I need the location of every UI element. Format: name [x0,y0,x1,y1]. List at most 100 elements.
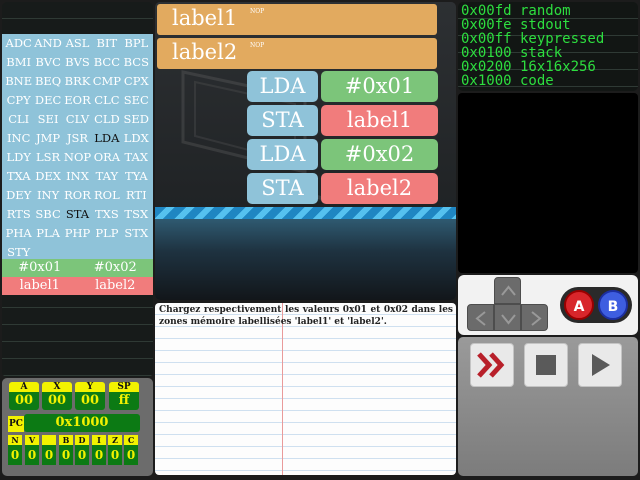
opcode-token[interactable]: TAX [122,148,151,167]
opcode-token[interactable]: ADC [4,34,33,53]
opcode-token[interactable]: BPL [122,34,151,53]
value-token[interactable]: #0x01 [2,259,78,277]
opcode-token[interactable]: INY [33,186,62,205]
status-flag: V0 [25,435,39,465]
opcode-token[interactable]: CLD [92,110,121,129]
opcode-token[interactable]: SED [122,110,151,129]
opcode-token[interactable]: LDX [122,129,151,148]
label-name: label1 [172,6,238,30]
opcode-token[interactable]: DEC [33,91,62,110]
opcode-token[interactable]: ROL [92,186,121,205]
opcode-token[interactable]: RTI [122,186,151,205]
opcode-token[interactable]: SEI [33,110,62,129]
opcode-token[interactable]: TXS [92,205,121,224]
opcode-token[interactable]: CPY [4,91,33,110]
opcode-token[interactable]: BRK [63,72,92,91]
opcode-token[interactable]: INX [63,167,92,186]
opcode-token[interactable]: ORA [92,148,121,167]
opcode-token[interactable]: EOR [63,91,92,110]
flag-value: 0 [8,445,22,465]
register-x: X 00 [42,382,72,410]
opcode-token[interactable]: CMP [92,72,121,91]
register-value: ff [109,392,139,410]
opcode-token[interactable]: LDY [4,148,33,167]
opcode-token[interactable]: JMP [33,129,62,148]
opcode-token[interactable]: JSR [63,129,92,148]
opcode-token[interactable]: NOP [63,148,92,167]
opcode-token[interactable]: TAY [92,167,121,186]
opcode-token[interactable]: PHP [63,224,92,243]
opcode-token[interactable]: LDA [92,129,121,148]
register-label: Y [75,382,105,392]
opcode-token[interactable]: BIT [92,34,121,53]
dpad-right[interactable] [521,304,548,331]
margin-line [282,303,283,475]
opcode-token[interactable]: STX [122,224,151,243]
arrow-right-icon [531,311,542,326]
opcode-token[interactable]: BCS [122,53,151,72]
opcode-token[interactable]: BVS [63,53,92,72]
opcode-token[interactable]: BCC [92,53,121,72]
flag-label: I [92,435,106,445]
register-label: X [42,382,72,392]
opcode-token[interactable]: INC [4,129,33,148]
opcode-grid: ADC AND ASL BIT BPL BMI BVC BVS BCC BCS BNE BEQ BRK C… [2,34,153,260]
label-line[interactable]: label2 NOP [157,38,437,69]
opcode-token[interactable]: PLA [33,224,62,243]
status-flag: I0 [92,435,106,465]
opcode-token[interactable]: TXA [4,167,33,186]
opcode-token[interactable]: DEX [33,167,62,186]
opcode-token[interactable]: LSR [33,148,62,167]
opcode-token[interactable]: CLI [4,110,33,129]
a-button[interactable]: A [564,290,594,320]
dpad-down[interactable] [494,304,521,331]
instruction-opcode[interactable]: STA [247,105,318,136]
label-token[interactable]: label1 [2,277,78,295]
opcode-token[interactable]: TSX [122,205,151,224]
fast-forward-button[interactable] [470,343,514,387]
memory-map-line: 0x1000 code [461,73,554,89]
opcode-token[interactable]: SEC [122,91,151,110]
opcode-token[interactable]: RTS [4,205,33,224]
opcode-token[interactable]: PHA [4,224,33,243]
opcode-token[interactable]: CLC [92,91,121,110]
instructions-note: Chargez respectivement les valeurs 0x01 … [155,303,456,475]
opcode-token[interactable]: ROR [63,186,92,205]
status-flag: D0 [75,435,89,465]
exercise-text: Chargez respectivement les valeurs 0x01 … [159,305,453,327]
register-sp: SP ff [109,382,139,410]
opcode-token[interactable]: PLP [92,224,121,243]
dpad-up[interactable] [494,277,521,304]
instruction-opcode[interactable]: LDA [247,139,318,170]
opcode-token[interactable]: ASL [63,34,92,53]
opcode-token[interactable]: STA [63,205,92,224]
b-button[interactable]: B [598,290,628,320]
register-a: A 00 [9,382,39,410]
instruction-operand[interactable]: #0x01 [321,71,438,102]
opcode-token[interactable]: BMI [4,53,33,72]
instruction-operand[interactable]: #0x02 [321,139,438,170]
instruction-opcode[interactable]: LDA [247,71,318,102]
label-line[interactable]: label1 NOP [157,4,437,35]
instruction-operand[interactable]: label1 [321,105,438,136]
instruction-operand[interactable]: label2 [321,173,438,204]
label-token[interactable]: label2 [78,277,154,295]
flag-value: 0 [42,445,56,465]
drop-zone[interactable] [155,219,456,300]
opcode-token[interactable]: AND [33,34,62,53]
opcode-token[interactable]: CPX [122,72,151,91]
opcode-token[interactable]: BVC [33,53,62,72]
opcode-token[interactable]: BNE [4,72,33,91]
status-flag: B0 [59,435,73,465]
stop-button[interactable] [524,343,568,387]
dpad-left[interactable] [467,304,494,331]
instruction-opcode[interactable]: STA [247,173,318,204]
play-button[interactable] [578,343,622,387]
opcode-token[interactable]: DEY [4,186,33,205]
opcode-token[interactable]: CLV [63,110,92,129]
flag-value: 0 [59,445,73,465]
value-token[interactable]: #0x02 [78,259,154,277]
opcode-token[interactable]: SBC [33,205,62,224]
opcode-token[interactable]: TYA [122,167,151,186]
opcode-token[interactable]: BEQ [33,72,62,91]
